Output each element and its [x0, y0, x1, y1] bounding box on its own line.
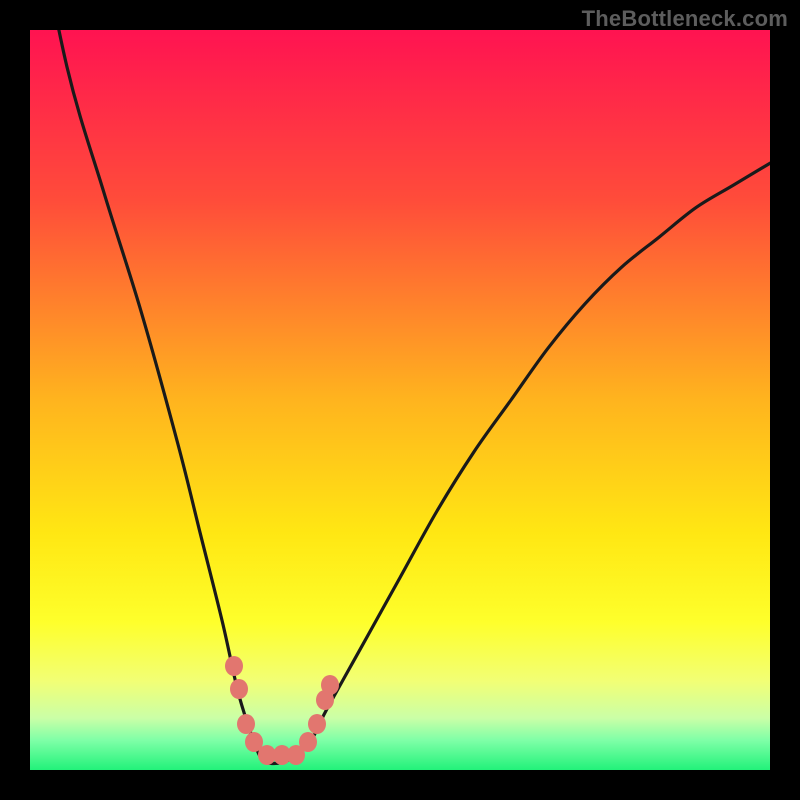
data-marker [308, 714, 326, 734]
data-marker [299, 732, 317, 752]
data-marker [225, 656, 243, 676]
plot-area [30, 30, 770, 770]
bottleneck-curve [30, 30, 770, 770]
data-marker [230, 679, 248, 699]
watermark-text: TheBottleneck.com [582, 6, 788, 32]
chart-frame: TheBottleneck.com [0, 0, 800, 800]
data-marker [321, 675, 339, 695]
